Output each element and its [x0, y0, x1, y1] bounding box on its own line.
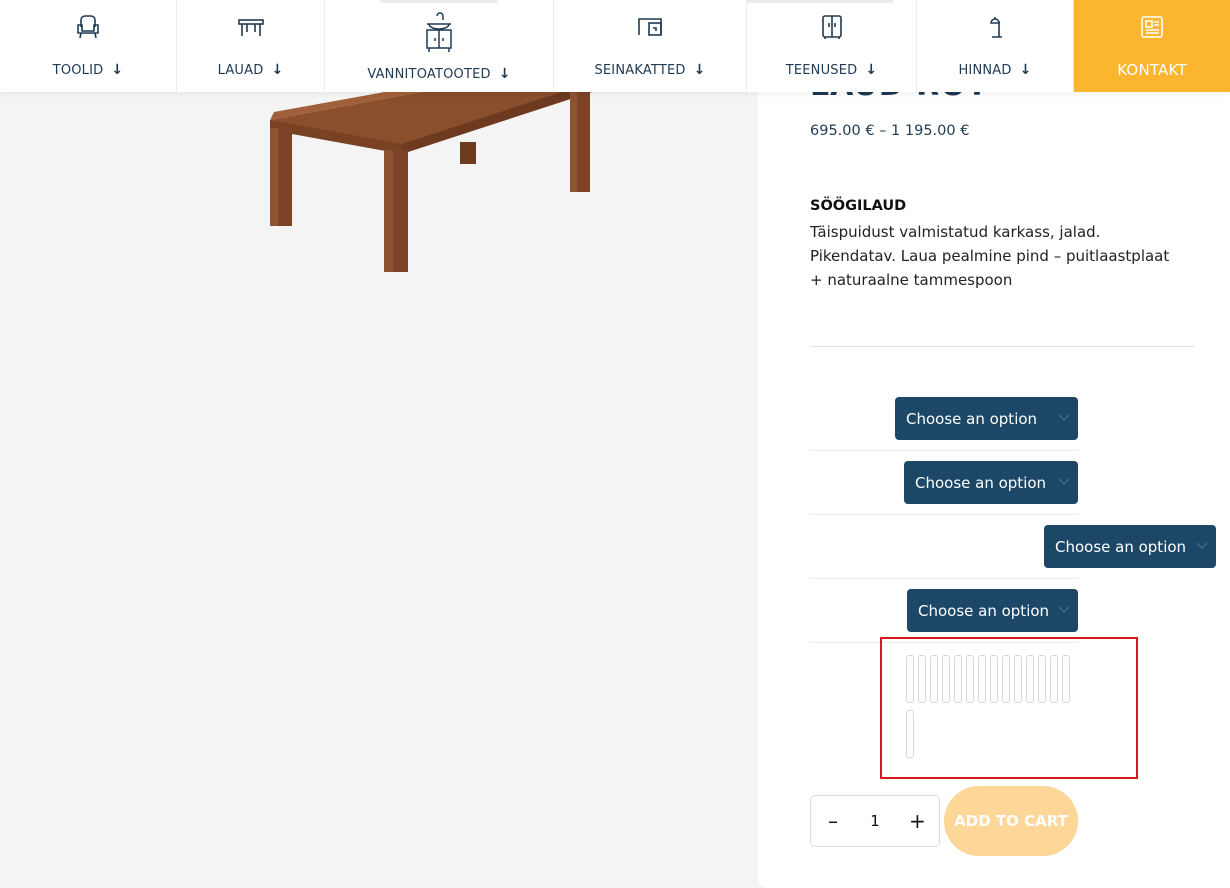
variation-row: Choose an option — [810, 451, 1078, 515]
swatch[interactable] — [1050, 655, 1058, 703]
nav-label: VANNITOATOOTED — [367, 66, 491, 82]
variation-row: Choose an option — [810, 579, 1078, 643]
nav-label: SEINAKATTED — [594, 62, 686, 78]
product-summary: LAUD ROT 695.00 € – 1 195.00 € SÖÖGILAUD… — [758, 0, 1230, 888]
select-value: Choose an option — [918, 601, 1050, 620]
nav-item-teenused[interactable]: TEENUSED ↓ — [747, 0, 917, 92]
chevron-down-icon — [1058, 414, 1070, 422]
variation-select-1[interactable]: Choose an option — [895, 397, 1078, 440]
nav-label: LAUAD — [217, 62, 264, 78]
vanity-sink-icon — [424, 12, 454, 54]
swatch-group — [880, 637, 1138, 779]
nav-label: HINNAD — [958, 62, 1012, 78]
lamp-icon — [980, 12, 1010, 42]
swatch[interactable] — [978, 655, 986, 703]
chevron-down-icon — [1058, 478, 1070, 486]
nav-label: TOOLID — [52, 62, 104, 78]
swatch[interactable] — [1002, 655, 1010, 703]
nav-item-lauad[interactable]: LAUAD ↓ — [177, 0, 325, 92]
description-heading: SÖÖGILAUD — [810, 198, 907, 214]
nav-item-vannitoatooted[interactable]: VANNITOATOOTED ↓ — [325, 0, 554, 92]
swatch[interactable] — [1014, 655, 1022, 703]
add-to-cart-button[interactable]: ADD TO CART — [944, 786, 1078, 856]
swatch[interactable] — [954, 655, 962, 703]
qty-minus-button[interactable]: – — [825, 809, 841, 833]
qty-plus-button[interactable]: + — [909, 809, 926, 833]
chevron-down-icon — [1196, 542, 1208, 550]
swatch[interactable] — [906, 710, 914, 758]
arrow-down-icon: ↓ — [111, 62, 124, 78]
select-value: Choose an option — [906, 409, 1038, 428]
product-image[interactable] — [262, 60, 602, 280]
nav-item-toolid[interactable]: TOOLID ↓ — [0, 0, 177, 92]
variation-select-2[interactable]: Choose an option — [904, 461, 1078, 504]
select-value: Choose an option — [915, 473, 1047, 492]
chevron-down-icon — [1058, 606, 1070, 614]
swatch[interactable] — [966, 655, 974, 703]
swatch[interactable] — [906, 655, 914, 703]
variation-row: Choose an option — [810, 515, 1216, 579]
select-value: Choose an option — [1055, 537, 1187, 556]
qty-value[interactable]: 1 — [870, 812, 880, 830]
armchair-icon — [73, 12, 103, 42]
nav-item-seinakatted[interactable]: SEINAKATTED ↓ — [554, 0, 747, 92]
nav-item-hinnad[interactable]: HINNAD ↓ — [917, 0, 1074, 92]
product-price: 695.00 € – 1 195.00 € — [810, 123, 970, 139]
variation-row: Choose an option — [810, 387, 1078, 451]
newspaper-icon — [1137, 12, 1167, 42]
main-nav: TOOLID ↓ LAUAD ↓ VANNITOATOOTED ↓ SEINAK… — [0, 0, 1230, 92]
swatch[interactable] — [990, 655, 998, 703]
table-icon — [236, 12, 266, 42]
swatch[interactable] — [942, 655, 950, 703]
swatch[interactable] — [1026, 655, 1034, 703]
arrow-down-icon: ↓ — [693, 62, 706, 78]
product-gallery — [0, 0, 758, 888]
arrow-down-icon: ↓ — [1019, 62, 1032, 78]
divider — [810, 346, 1194, 347]
quantity-stepper: – 1 + — [810, 795, 940, 847]
cabinet-icon — [817, 12, 847, 42]
nav-item-kontakt[interactable]: KONTAKT — [1074, 0, 1230, 92]
swatch[interactable] — [918, 655, 926, 703]
variation-select-3[interactable]: Choose an option — [1044, 525, 1216, 568]
swatch[interactable] — [930, 655, 938, 703]
wall-panel-icon — [635, 12, 665, 42]
variation-select-4[interactable]: Choose an option — [907, 589, 1078, 632]
nav-label: TEENUSED — [785, 62, 858, 78]
arrow-down-icon: ↓ — [271, 62, 284, 78]
description-text: Täispuidust valmistatud karkass, jalad. … — [810, 223, 1170, 289]
arrow-down-icon: ↓ — [865, 62, 878, 78]
nav-label: KONTAKT — [1117, 61, 1187, 79]
swatch[interactable] — [1038, 655, 1046, 703]
arrow-down-icon: ↓ — [498, 66, 511, 82]
swatch[interactable] — [1062, 655, 1070, 703]
